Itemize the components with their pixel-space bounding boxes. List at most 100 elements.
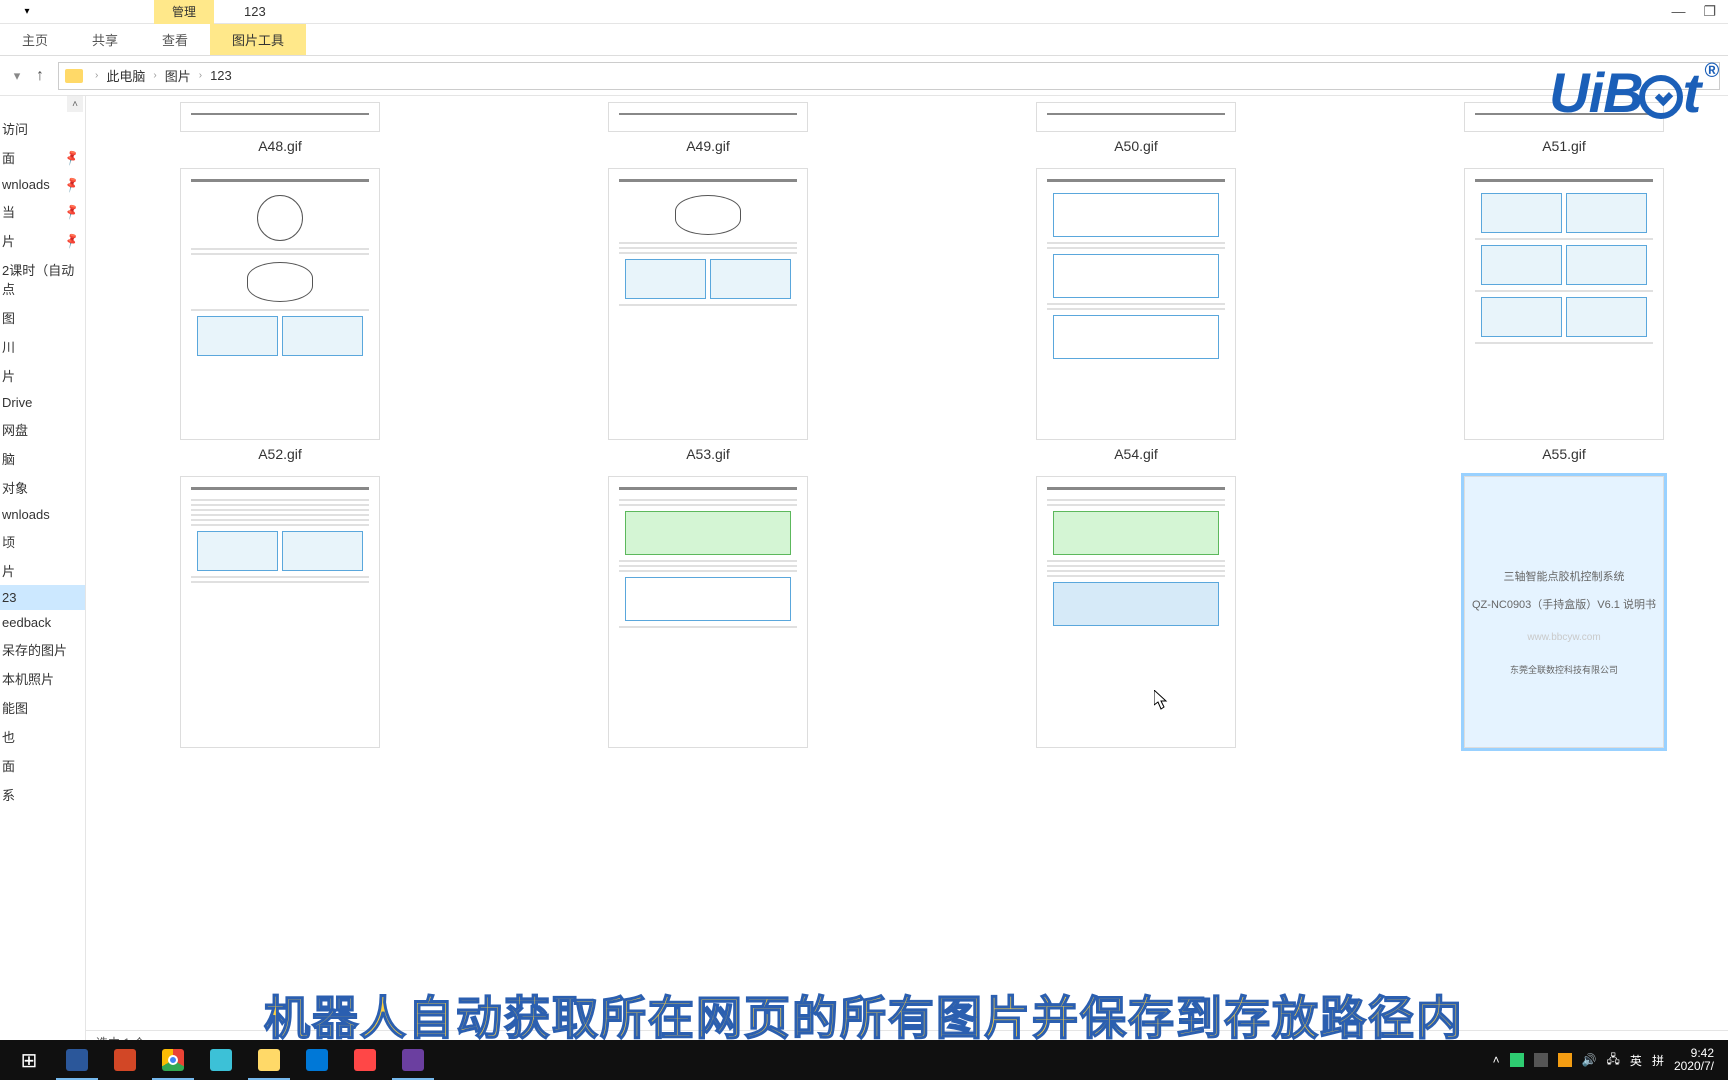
breadcrumb[interactable]: › 此电脑 › 图片 › 123 [58,62,1720,90]
sidebar-item-label: 网盘 [2,420,28,439]
taskbar-powerpoint[interactable] [102,1040,148,1080]
tab-picture-tools[interactable]: 图片工具 [210,24,306,55]
quickaccess-dropdown-icon[interactable]: ▾ [20,5,34,19]
file-name: A48.gif [258,136,302,160]
thumbnail [1036,102,1236,132]
back-button[interactable]: ▾ [8,67,26,85]
tab-home[interactable]: 主页 [0,24,70,55]
titlebar: ▾ 管理 123 — ❐ [0,0,1728,24]
powerpoint-icon [114,1049,136,1071]
tray-action-center-icon[interactable] [1534,1053,1548,1067]
file-item[interactable] [554,476,862,752]
taskbar-word[interactable] [54,1040,100,1080]
sidebar-item[interactable]: Drive [0,390,85,415]
taskbar-record[interactable] [342,1040,388,1080]
file-item[interactable] [126,476,434,752]
taskbar-uibot[interactable] [390,1040,436,1080]
sidebar-item-label: Drive [2,395,32,410]
ribbon-tabs: 主页 共享 查看 图片工具 [0,24,1728,56]
sidebar-item[interactable]: eedback [0,610,85,635]
breadcrumb-segment[interactable]: 图片 [165,66,191,85]
start-button[interactable]: ⊞ [6,1040,52,1080]
tray-app-icon[interactable] [1558,1053,1572,1067]
sidebar-item[interactable]: 系 [0,780,85,809]
minimize-button[interactable]: — [1671,3,1685,20]
thumbnail: 三轴智能点胶机控制系统QZ-NC0903（手持盒版）V6.1 说明书www.bb… [1464,476,1664,748]
file-item[interactable]: A52.gif [126,168,434,468]
file-item[interactable]: A49.gif [554,102,862,160]
thumbnail [180,102,380,132]
file-item[interactable]: A50.gif [982,102,1290,160]
file-item[interactable]: A48.gif [126,102,434,160]
sidebar-item[interactable]: 图 [0,303,85,332]
sidebar-item[interactable]: 面 [0,751,85,780]
tray-volume-icon[interactable]: 🔊 [1582,1053,1597,1067]
chevron-right-icon: › [197,70,204,81]
file-item[interactable]: A53.gif [554,168,862,468]
sidebar-item[interactable]: 访问 [0,114,85,143]
sidebar-item[interactable]: 对象 [0,473,85,502]
file-name: A53.gif [686,444,730,468]
file-item[interactable]: A51.gif [1410,102,1718,160]
sidebar-item[interactable]: 本机照片 [0,664,85,693]
file-name: A52.gif [258,444,302,468]
file-item[interactable] [982,476,1290,752]
sidebar-item[interactable]: 面📌 [0,143,85,172]
thumbnail [608,102,808,132]
sidebar-item[interactable]: 2课时（自动点 [0,255,85,303]
app-icon [306,1049,328,1071]
breadcrumb-segment[interactable]: 此电脑 [106,66,145,85]
tab-view[interactable]: 查看 [140,24,210,55]
taskbar-app2[interactable] [294,1040,340,1080]
sidebar-item[interactable]: 顷 [0,527,85,556]
chevron-right-icon: › [93,70,100,81]
taskbar-clock[interactable]: 9:42 2020/7/ [1674,1047,1714,1073]
sidebar-item[interactable]: 脑 [0,444,85,473]
sidebar-item[interactable]: 川 [0,332,85,361]
sidebar-item-label: 本机照片 [2,669,54,688]
folder-icon [65,69,83,83]
file-item[interactable]: 三轴智能点胶机控制系统QZ-NC0903（手持盒版）V6.1 说明书www.bb… [1410,476,1718,752]
sidebar-item-label: wnloads [2,177,50,192]
file-item[interactable]: A54.gif [982,168,1290,468]
breadcrumb-segment[interactable]: 123 [210,68,232,83]
thumbnail [1464,168,1664,440]
sidebar-item[interactable]: 片📌 [0,226,85,255]
thumbnail [608,476,808,748]
sidebar-item[interactable]: 网盘 [0,415,85,444]
sidebar-item[interactable]: 能图 [0,693,85,722]
chrome-icon [162,1049,184,1071]
pin-icon: 📌 [63,231,81,249]
maximize-button[interactable]: ❐ [1703,3,1716,20]
tray-ime-lang[interactable]: 英 [1630,1052,1642,1069]
sidebar-item[interactable]: 呆存的图片 [0,635,85,664]
taskbar-chrome[interactable] [150,1040,196,1080]
sidebar-item[interactable]: 片 [0,556,85,585]
taskbar-explorer[interactable] [246,1040,292,1080]
sidebar-item-label: 面 [2,148,15,167]
sidebar-item-label: 呆存的图片 [2,640,67,659]
tab-share[interactable]: 共享 [70,24,140,55]
sidebar-item[interactable]: 23 [0,585,85,610]
manage-context-tab[interactable]: 管理 [154,0,214,24]
word-icon [66,1049,88,1071]
sidebar-item-label: 访问 [2,119,28,138]
scroll-up-button[interactable]: ˄ [67,96,83,112]
sidebar-item[interactable]: 当📌 [0,197,85,226]
sidebar-item[interactable]: wnloads📌 [0,172,85,197]
folder-icon [258,1049,280,1071]
taskbar-app[interactable] [198,1040,244,1080]
tray-ime-mode[interactable]: 拼 [1652,1052,1664,1069]
up-button[interactable]: ↑ [32,67,48,85]
sidebar-item[interactable]: 片 [0,361,85,390]
sidebar-item-label: 图 [2,308,15,327]
tray-shield-icon[interactable] [1510,1053,1524,1067]
tray-network-icon[interactable]: 🖧 [1607,1050,1620,1071]
sidebar-item-label: 顷 [2,532,15,551]
sidebar-item[interactable]: wnloads [0,502,85,527]
sidebar-item-label: wnloads [2,507,50,522]
sidebar-item[interactable]: 也 [0,722,85,751]
thumbnail [1036,168,1236,440]
tray-chevron-icon[interactable]: ˄ [1493,1053,1500,1067]
file-item[interactable]: A55.gif [1410,168,1718,468]
